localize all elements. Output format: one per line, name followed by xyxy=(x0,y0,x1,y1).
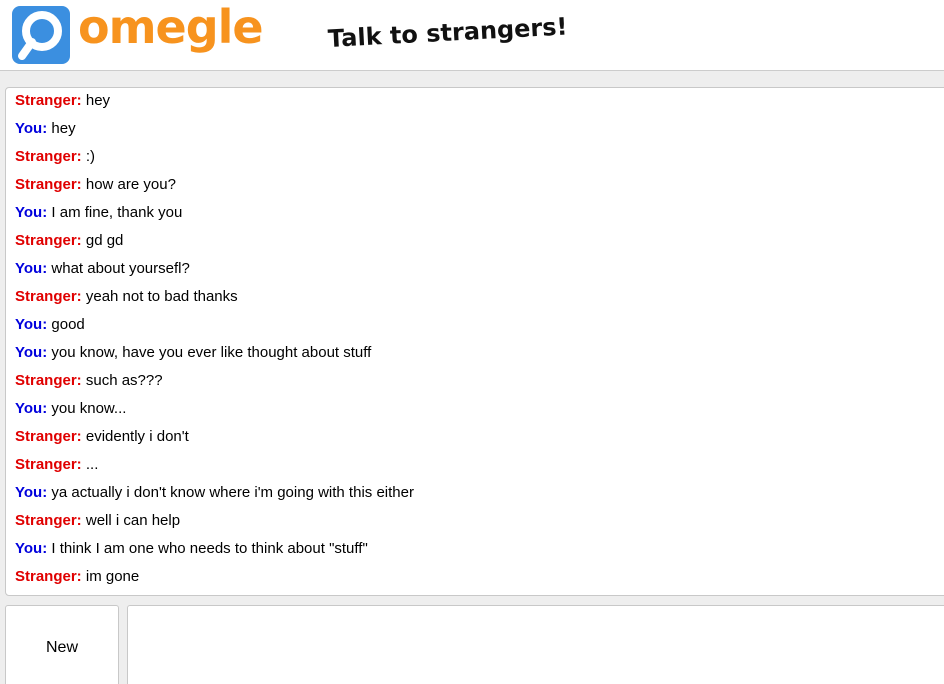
message-sender: Stranger: xyxy=(15,92,82,109)
message-sender: Stranger: xyxy=(15,176,82,193)
message-sender: You: xyxy=(15,400,48,417)
message-text: you know, have you ever like thought abo… xyxy=(51,344,372,361)
message-text: I think I am one who needs to think abou… xyxy=(51,540,368,557)
omegle-logo-icon xyxy=(12,6,70,64)
chat-message-you: You: hey xyxy=(15,118,944,146)
chat-message-stranger: Stranger: well i can help xyxy=(15,510,944,538)
tagline: Talk to strangers! xyxy=(327,12,569,53)
chat-message-you: You: I think I am one who needs to think… xyxy=(15,538,944,566)
message-sender: You: xyxy=(15,344,48,361)
message-sender: You: xyxy=(15,120,48,137)
chat-message-you: You: ya actually i don't know where i'm … xyxy=(15,482,944,510)
message-sender: You: xyxy=(15,204,48,221)
message-text: I am fine, thank you xyxy=(51,204,183,221)
chat-message-stranger: Stranger: such as??? xyxy=(15,370,944,398)
message-text: what about yoursefl? xyxy=(51,260,190,277)
message-sender: You: xyxy=(15,316,48,333)
chat-message-you: You: I am fine, thank you xyxy=(15,202,944,230)
chat-message-stranger: Stranger: ... xyxy=(15,454,944,482)
message-text: :) xyxy=(85,148,96,165)
message-text: evidently i don't xyxy=(85,428,189,445)
message-sender: You: xyxy=(15,540,48,557)
chat-message-you: You: good xyxy=(15,314,944,342)
chat-message-you: You: what about yoursefl? xyxy=(15,258,944,286)
message-sender: Stranger: xyxy=(15,232,82,249)
omegle-logo[interactable]: omegle xyxy=(12,0,264,66)
message-sender: Stranger: xyxy=(15,456,82,473)
message-sender: You: xyxy=(15,484,48,501)
message-sender: Stranger: xyxy=(15,372,82,389)
chat-message-stranger: Stranger: im gone xyxy=(15,566,944,594)
message-text: yeah not to bad thanks xyxy=(85,288,238,305)
message-sender: Stranger: xyxy=(15,568,82,585)
message-text: good xyxy=(51,316,85,333)
logo-text: omegle xyxy=(78,0,264,54)
message-text: hey xyxy=(85,92,111,109)
message-text: ... xyxy=(85,456,99,473)
chat-message-you: You: you know... xyxy=(15,398,944,426)
message-text: well i can help xyxy=(85,512,181,529)
message-text: gd gd xyxy=(85,232,124,249)
message-input[interactable] xyxy=(127,605,944,684)
message-text: im gone xyxy=(85,568,140,585)
message-text: how are you? xyxy=(85,176,176,193)
message-text: you know... xyxy=(51,400,127,417)
chat-message-stranger: Stranger: evidently i don't xyxy=(15,426,944,454)
message-text: ya actually i don't know where i'm going… xyxy=(51,484,414,501)
message-sender: Stranger: xyxy=(15,148,82,165)
message-text: hey xyxy=(51,120,76,137)
chat-message-stranger: Stranger: hey xyxy=(15,90,944,118)
chat-message-stranger: Stranger: gd gd xyxy=(15,230,944,258)
chat-message-stranger: Stranger: yeah not to bad thanks xyxy=(15,286,944,314)
new-chat-button[interactable]: New xyxy=(5,605,119,684)
message-sender: You: xyxy=(15,260,48,277)
header: omegle Talk to strangers! xyxy=(0,0,944,70)
message-list: Stranger: hey You: hey Stranger: :) Strange… xyxy=(15,90,944,594)
chat-message-stranger: Stranger: :) xyxy=(15,146,944,174)
message-text: such as??? xyxy=(85,372,163,389)
message-sender: Stranger: xyxy=(15,512,82,529)
chat-message-stranger: Stranger: how are you? xyxy=(15,174,944,202)
message-sender: Stranger: xyxy=(15,428,82,445)
message-sender: Stranger: xyxy=(15,288,82,305)
chat-log[interactable]: Stranger: hey You: hey Stranger: :) Strange… xyxy=(5,87,944,596)
chat-message-you: You: you know, have you ever like though… xyxy=(15,342,944,370)
